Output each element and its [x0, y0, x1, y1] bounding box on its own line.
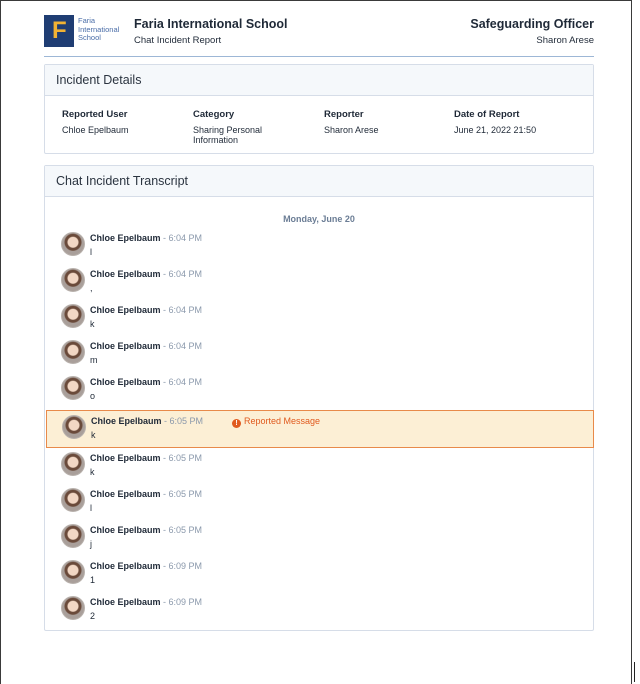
officer-role: Safeguarding Officer	[470, 17, 594, 31]
warning-icon: !	[232, 419, 241, 428]
message-text: m	[90, 355, 98, 365]
chat-message: Chloe Epelbaum - 6:09 PM 2	[61, 596, 581, 626]
avatar	[62, 415, 86, 439]
message-text: k	[90, 467, 95, 477]
incident-details-grid: Reported User Chloe Epelbaum Category Sh…	[45, 96, 593, 154]
message-text: l	[90, 503, 92, 513]
sender-name: Chloe Epelbaum	[90, 561, 161, 571]
avatar	[61, 488, 85, 512]
sender-name: Chloe Epelbaum	[91, 416, 162, 426]
avatar	[61, 560, 85, 584]
message-time: - 6:04 PM	[163, 377, 203, 387]
sender-name: Chloe Epelbaum	[90, 453, 161, 463]
message-text: j	[90, 539, 92, 549]
chat-message: Chloe Epelbaum - 6:09 PM 1	[61, 560, 581, 590]
chat-message: Chloe Epelbaum - 6:04 PM o	[61, 376, 581, 406]
logo-mark: F	[44, 15, 74, 47]
sender-name: Chloe Epelbaum	[90, 305, 161, 315]
category-field: Category Sharing Personal Information	[193, 109, 263, 145]
report-page: F Faria International School Faria Inter…	[0, 0, 632, 684]
chat-message: Chloe Epelbaum - 6:04 PM l	[61, 232, 581, 262]
reported-message-highlight: Chloe Epelbaum - 6:05 PM ! Reported Messa…	[46, 410, 594, 448]
report-title: Chat Incident Report	[134, 35, 222, 46]
chat-message: Chloe Epelbaum - 6:04 PM ,	[61, 268, 581, 298]
chat-message: Chloe Epelbaum - 6:04 PM k	[61, 304, 581, 334]
transcript-title: Chat Incident Transcript	[45, 166, 593, 197]
avatar	[61, 232, 85, 256]
day-divider: Monday, June 20	[283, 214, 355, 224]
sender-name: Chloe Epelbaum	[90, 269, 161, 279]
chat-message: Chloe Epelbaum - 6:04 PM m	[61, 340, 581, 370]
chat-message: Chloe Epelbaum - 6:05 PM l	[61, 488, 581, 518]
page-edge-marker	[634, 662, 635, 682]
message-time: - 6:05 PM	[163, 453, 203, 463]
report-header: F Faria International School Faria Inter…	[44, 13, 594, 57]
school-name: Faria International School	[134, 17, 288, 31]
message-text: ,	[90, 283, 93, 293]
logo-text: Faria International School	[78, 16, 120, 43]
sender-name: Chloe Epelbaum	[90, 597, 161, 607]
reported-user-field: Reported User Chloe Epelbaum	[62, 109, 129, 135]
message-time: - 6:05 PM	[164, 416, 204, 426]
avatar	[61, 376, 85, 400]
avatar	[61, 304, 85, 328]
sender-name: Chloe Epelbaum	[90, 377, 161, 387]
sender-name: Chloe Epelbaum	[90, 233, 161, 243]
avatar	[61, 452, 85, 476]
avatar	[61, 596, 85, 620]
message-text: l	[90, 247, 92, 257]
avatar	[61, 524, 85, 548]
avatar	[61, 268, 85, 292]
message-time: - 6:05 PM	[163, 489, 203, 499]
sender-name: Chloe Epelbaum	[90, 525, 161, 535]
chat-message: Chloe Epelbaum - 6:05 PM k	[61, 452, 581, 482]
avatar	[61, 340, 85, 364]
message-text: 2	[90, 611, 96, 621]
message-text: k	[91, 430, 96, 440]
message-time: - 6:04 PM	[163, 233, 203, 243]
message-time: - 6:04 PM	[163, 269, 203, 279]
incident-details-title: Incident Details	[45, 65, 593, 96]
chat-transcript-card: Chat Incident Transcript Monday, June 20…	[44, 165, 594, 631]
chat-message: Chloe Epelbaum - 6:05 PM j	[61, 524, 581, 554]
message-time: - 6:09 PM	[163, 597, 203, 607]
sender-name: Chloe Epelbaum	[90, 489, 161, 499]
message-time: - 6:09 PM	[163, 561, 203, 571]
date-of-report-field: Date of Report June 21, 2022 21:50	[454, 109, 537, 135]
message-time: - 6:05 PM	[163, 525, 203, 535]
officer-name: Sharon Arese	[536, 35, 594, 46]
incident-details-card: Incident Details Reported User Chloe Epe…	[44, 64, 594, 154]
school-logo: F Faria International School	[44, 15, 124, 47]
reporter-field: Reporter Sharon Arese	[324, 109, 379, 135]
message-time: - 6:04 PM	[163, 341, 203, 351]
message-time: - 6:04 PM	[163, 305, 203, 315]
message-text: 1	[90, 575, 96, 585]
reported-message-badge: ! Reported Message	[232, 416, 320, 428]
sender-name: Chloe Epelbaum	[90, 341, 161, 351]
chat-message-reported: Chloe Epelbaum - 6:05 PM ! Reported Messa…	[62, 415, 582, 445]
message-text: o	[90, 391, 96, 401]
message-text: k	[90, 319, 95, 329]
